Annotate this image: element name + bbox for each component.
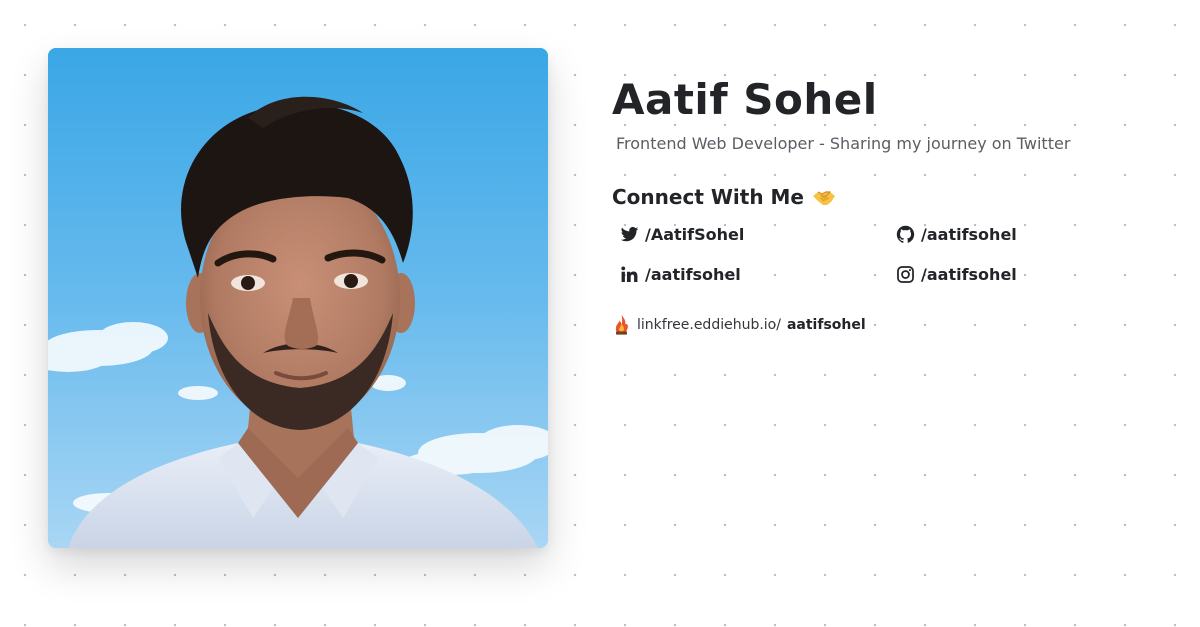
social-label-instagram: /aatifsohel	[921, 264, 1017, 284]
social-label-linkedin: /aatifsohel	[645, 264, 741, 284]
profile-name: Aatif Sohel	[612, 75, 878, 124]
social-links: /AatifSohel /aatifsohel /aatifsohel /aat…	[612, 220, 1172, 288]
profile-photo	[48, 48, 548, 548]
handshake-icon	[812, 185, 836, 209]
social-link-github[interactable]: /aatifsohel	[888, 220, 1164, 248]
social-label-twitter: /AatifSohel	[645, 224, 745, 244]
linkedin-icon	[621, 266, 638, 282]
profile-photo-illustration	[48, 48, 548, 548]
linkfree-handle: aatifsohel	[786, 317, 866, 333]
twitter-icon	[620, 226, 639, 241]
linkfree-icon	[615, 314, 628, 335]
social-label-github: /aatifsohel	[921, 224, 1017, 244]
connect-heading: Connect With Me	[612, 180, 1172, 214]
social-link-twitter[interactable]: /AatifSohel	[612, 220, 888, 248]
github-icon	[896, 225, 915, 243]
social-link-linkedin[interactable]: /aatifsohel	[612, 260, 888, 288]
linkfree-link[interactable]: linkfree.eddiehub.io/ aatifsohel	[612, 314, 1172, 336]
profile-info: Aatif Sohel Frontend Web Developer - Sha…	[612, 70, 1172, 336]
instagram-icon	[897, 265, 914, 283]
profile-tagline: Frontend Web Developer - Sharing my jour…	[616, 134, 1071, 153]
linkfree-prefix: linkfree.eddiehub.io/	[637, 317, 781, 333]
social-link-instagram[interactable]: /aatifsohel	[888, 260, 1164, 288]
connect-heading-text: Connect With Me	[612, 185, 804, 209]
